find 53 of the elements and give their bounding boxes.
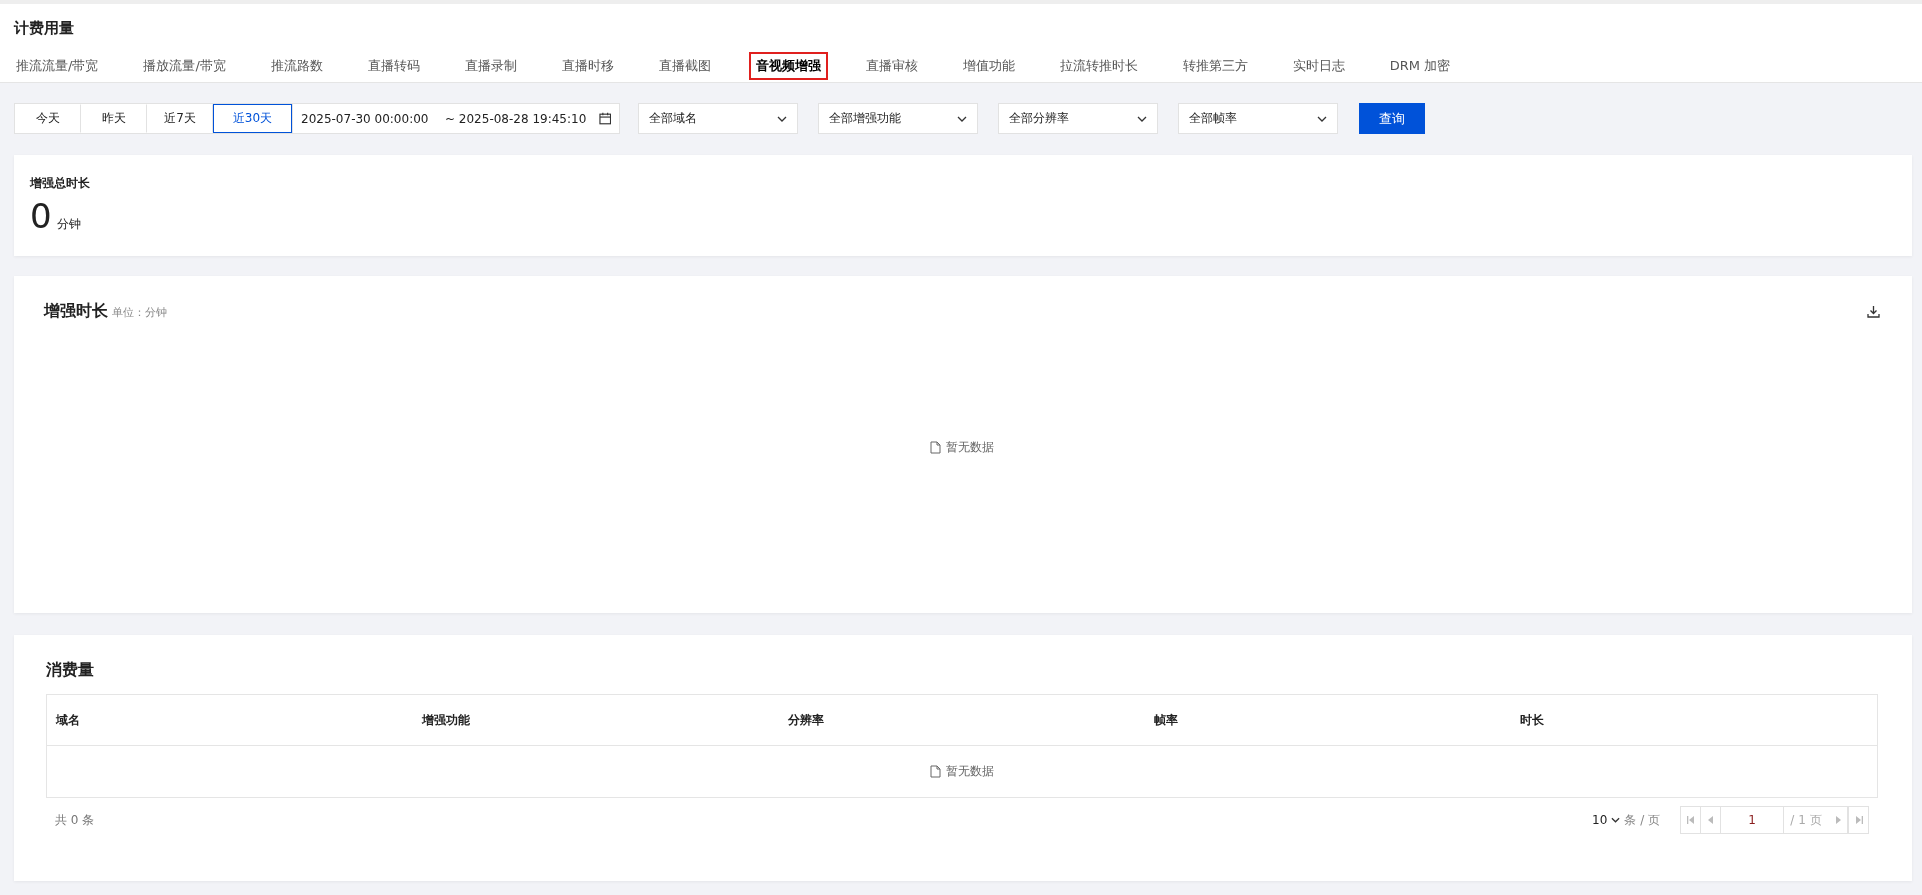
- tab[interactable]: 直播审核: [858, 51, 925, 80]
- first-page-icon: [1686, 816, 1695, 824]
- chevron-down-icon: [1317, 115, 1327, 122]
- download-icon[interactable]: [1867, 305, 1880, 318]
- unit-label: 单位：分钟: [112, 305, 167, 320]
- document-icon: [930, 441, 941, 454]
- column-header: 域名: [54, 711, 81, 729]
- page-input[interactable]: 1: [1721, 807, 1784, 833]
- range-button[interactable]: 近30天: [213, 104, 292, 133]
- column-header: 增强功能: [420, 711, 471, 729]
- tab[interactable]: 增值功能: [955, 51, 1022, 80]
- summary-label: 增强总时长: [30, 175, 91, 192]
- page-size-unit: 条 / 页: [1624, 811, 1660, 829]
- tab[interactable]: 转推第三方: [1175, 51, 1255, 80]
- calendar-icon: [598, 112, 611, 125]
- tab[interactable]: 播放流量/带宽: [136, 51, 233, 80]
- page-size-select[interactable]: 10: [1592, 813, 1621, 827]
- column-header: 分辨率: [787, 711, 825, 729]
- chevron-down-icon: [777, 115, 787, 122]
- total-count: 共 0 条: [55, 811, 95, 829]
- column-header: 时长: [1519, 711, 1545, 729]
- tab[interactable]: 推流流量/带宽: [9, 51, 106, 80]
- triangle-left-icon: [1707, 816, 1714, 824]
- select-dropdown[interactable]: 全部域名: [638, 103, 798, 134]
- document-icon: [930, 765, 941, 778]
- date-range-field[interactable]: 2025-07-30 00:00:00 ~ 2025-08-28 19:45:10: [292, 103, 620, 134]
- last-page-icon: [1854, 816, 1863, 824]
- tab[interactable]: 音视频增强: [748, 51, 828, 80]
- panel-title: 消费量: [46, 660, 95, 681]
- page-total: / 1 页: [1789, 811, 1823, 829]
- tab[interactable]: 推流路数: [263, 51, 330, 80]
- page-title: 计费用量: [14, 18, 75, 39]
- summary-unit: 分钟: [56, 216, 81, 233]
- tab[interactable]: 直播录制: [457, 51, 524, 80]
- empty-text: 暂无数据: [946, 439, 994, 456]
- tab[interactable]: 拉流转推时长: [1052, 51, 1145, 80]
- summary-value: 0: [30, 196, 52, 236]
- column-header: 帧率: [1153, 711, 1179, 729]
- tab[interactable]: 直播截图: [651, 51, 718, 80]
- chevron-down-icon: [1137, 115, 1147, 122]
- chevron-down-icon: [1611, 817, 1621, 823]
- chevron-down-icon: [957, 115, 967, 122]
- tab[interactable]: DRM 加密: [1382, 51, 1458, 80]
- tab[interactable]: 直播转码: [360, 51, 427, 80]
- panel-title: 增强时长: [44, 301, 108, 322]
- select-dropdown[interactable]: 全部分辨率: [998, 103, 1158, 134]
- tab[interactable]: 实时日志: [1285, 51, 1352, 80]
- triangle-right-icon: [1834, 816, 1841, 824]
- tab[interactable]: 直播时移: [554, 51, 621, 80]
- select-dropdown[interactable]: 全部帧率: [1178, 103, 1338, 134]
- query-button[interactable]: 查询: [1359, 103, 1425, 134]
- select-dropdown[interactable]: 全部增强功能: [818, 103, 978, 134]
- empty-text: 暂无数据: [946, 763, 994, 780]
